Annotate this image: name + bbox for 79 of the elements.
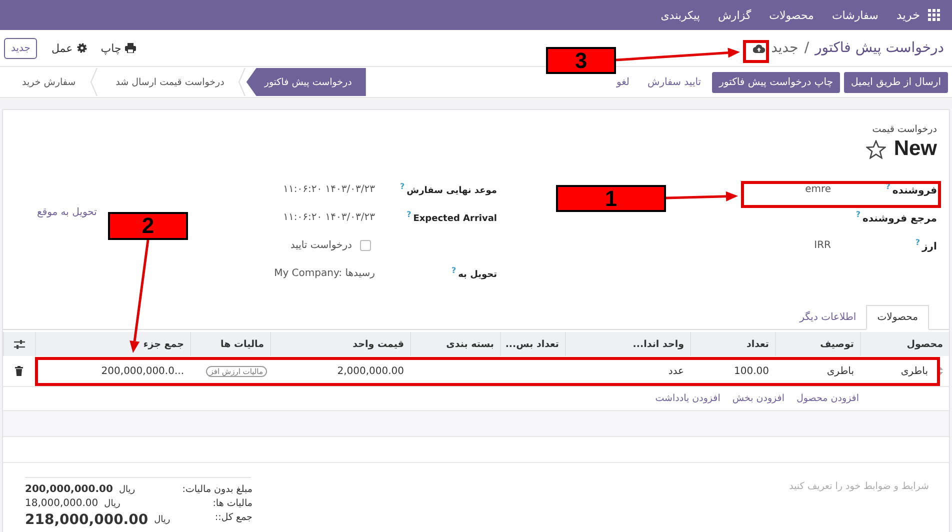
column-header[interactable]: توصیف (775, 332, 860, 356)
help-icon[interactable]: ? (400, 182, 405, 191)
menu-item[interactable]: سفارشات (832, 8, 878, 22)
gear-icon (76, 43, 87, 53)
apps-grid-icon[interactable] (928, 9, 940, 21)
status-action-button[interactable]: ارسال از طریق ایمیل (844, 72, 948, 92)
field-value[interactable]: emre (805, 184, 831, 194)
checkbox-label: درخواست تایید (290, 240, 352, 250)
field-value[interactable]: ۱۱:۰۶:۲۰ ۱۴۰۳/۰۳/۲۳ (283, 212, 375, 222)
total-amount: 200,000,000.00 (25, 484, 113, 495)
trash-icon[interactable] (15, 366, 23, 376)
record-type-label: درخواست قیمت (871, 124, 937, 135)
status-action-button[interactable]: چاپ درخواست پیش فاکتور (712, 72, 840, 92)
add-line-link[interactable]: افزودن بخش (732, 393, 784, 404)
help-icon[interactable]: ? (406, 210, 412, 219)
callout-label: 1 (556, 185, 666, 212)
field-label: Expected Arrival $^{?}$ (406, 210, 497, 224)
print-button[interactable]: چاپ (100, 42, 136, 54)
total-amount: 18,000,000.00 (25, 498, 98, 509)
status-action-button[interactable]: لغو (609, 72, 636, 92)
table-cell: 2,000,000.00 (337, 366, 404, 376)
menu-item[interactable]: محصولات (769, 8, 814, 22)
field-value[interactable]: ۱۱:۰۶:۲۰ ۱۴۰۳/۰۳/۲۳ (283, 184, 375, 194)
field-label: ارز $^{?}$ (914, 238, 937, 252)
field-value[interactable]: IRR (814, 240, 831, 250)
currency-sign: ریال (118, 484, 136, 494)
settings-sliders-icon[interactable] (14, 340, 25, 348)
column-header[interactable]: واحد اندا... (565, 332, 690, 356)
status-stage[interactable]: سفارش خرید (4, 68, 90, 96)
highlight-frame (743, 40, 769, 63)
menu-item[interactable]: پیکربندی (660, 8, 700, 22)
help-icon[interactable]: ? (915, 238, 920, 247)
add-line-link[interactable]: افزودن یادداشت (655, 393, 720, 404)
table-cell: 100.00 (734, 366, 769, 376)
field-label: تحویل به $^{?}$ (450, 266, 497, 280)
total-amount: 218,000,000.00 (25, 512, 148, 528)
new-button[interactable]: جدید (4, 38, 38, 58)
table-cell: 200,000,000.0... (101, 366, 184, 376)
column-header[interactable]: بسته بندی (410, 332, 500, 356)
field-label: مرجع فروشنده $^{?}$ (854, 210, 937, 224)
menu-item[interactable]: گزارش (718, 8, 752, 22)
total-label: جمع کل:: (214, 512, 252, 525)
help-icon[interactable]: ? (856, 210, 860, 219)
action-button[interactable]: عمل (51, 42, 87, 54)
drag-handle-icon[interactable] (938, 367, 943, 375)
column-header[interactable]: محصول (860, 332, 949, 356)
column-header[interactable]: مالیات ها (190, 332, 270, 356)
star-icon[interactable] (866, 140, 886, 158)
table-cell: عدد (668, 366, 684, 376)
breadcrumb-current: جدید (771, 40, 798, 56)
column-header[interactable]: جمع جزء (35, 332, 190, 356)
table-cell: باطری (826, 366, 854, 376)
tab[interactable]: اطلاعات دیگر (790, 305, 866, 330)
status-action-button[interactable]: تایید سفارش (640, 72, 708, 92)
callout-label: 2 (108, 212, 188, 240)
checkbox[interactable] (360, 240, 371, 250)
on-time-delivery-link[interactable]: تحویل به موقع (37, 207, 97, 218)
help-icon[interactable]: ? (451, 266, 456, 275)
column-header[interactable]: قیمت واحد (270, 332, 410, 356)
app-name[interactable]: خرید (896, 8, 920, 22)
total-label: مالیات ها: (212, 498, 252, 509)
field-value[interactable]: My Company: رسیدها (274, 268, 375, 278)
field-label: موعد نهایی سفارش $^{?}$ (399, 182, 497, 196)
callout-label: 3 (546, 47, 616, 74)
column-header[interactable]: تعداد بس... (500, 332, 565, 356)
status-stage[interactable]: درخواست قیمت ارسال شد (98, 68, 238, 96)
print-icon (125, 43, 136, 53)
status-stage[interactable]: درخواست پیش فاکتور (246, 68, 366, 96)
breadcrumb-link[interactable]: درخواست پیش فاکتور (815, 40, 944, 56)
breadcrumb-separator: / (804, 40, 810, 56)
cloud-upload-icon[interactable] (753, 44, 766, 52)
add-line-link[interactable]: افزودن محصول (796, 393, 859, 404)
currency-sign: ریال (154, 515, 170, 525)
currency-sign: ریال (104, 498, 120, 508)
tab[interactable]: محصولات (866, 305, 929, 330)
table-cell: باطری (900, 366, 928, 376)
column-header[interactable]: تعداد (690, 332, 775, 356)
total-label: مبلغ بدون مالیات: (182, 484, 252, 495)
record-title: New (894, 137, 937, 161)
